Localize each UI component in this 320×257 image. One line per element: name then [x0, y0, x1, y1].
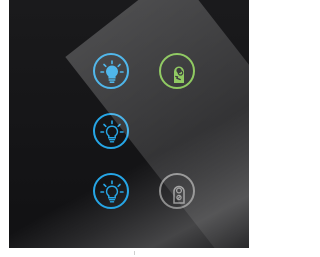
do-not-disturb-icon: [174, 66, 184, 83]
lightbulb-icon: [100, 180, 124, 203]
do-not-disturb-button[interactable]: [159, 53, 195, 89]
lightbulb-icon: [100, 120, 124, 143]
light-1-button[interactable]: [93, 53, 129, 89]
light-3-button[interactable]: [93, 173, 129, 209]
lightbulb-icon: [100, 60, 124, 83]
light-2-button[interactable]: [93, 113, 129, 149]
do-not-disturb-off-button[interactable]: [159, 173, 195, 209]
control-panel: [9, 0, 249, 248]
do-not-disturb-icon: [173, 185, 185, 204]
bottom-tick-mark: [134, 251, 135, 255]
